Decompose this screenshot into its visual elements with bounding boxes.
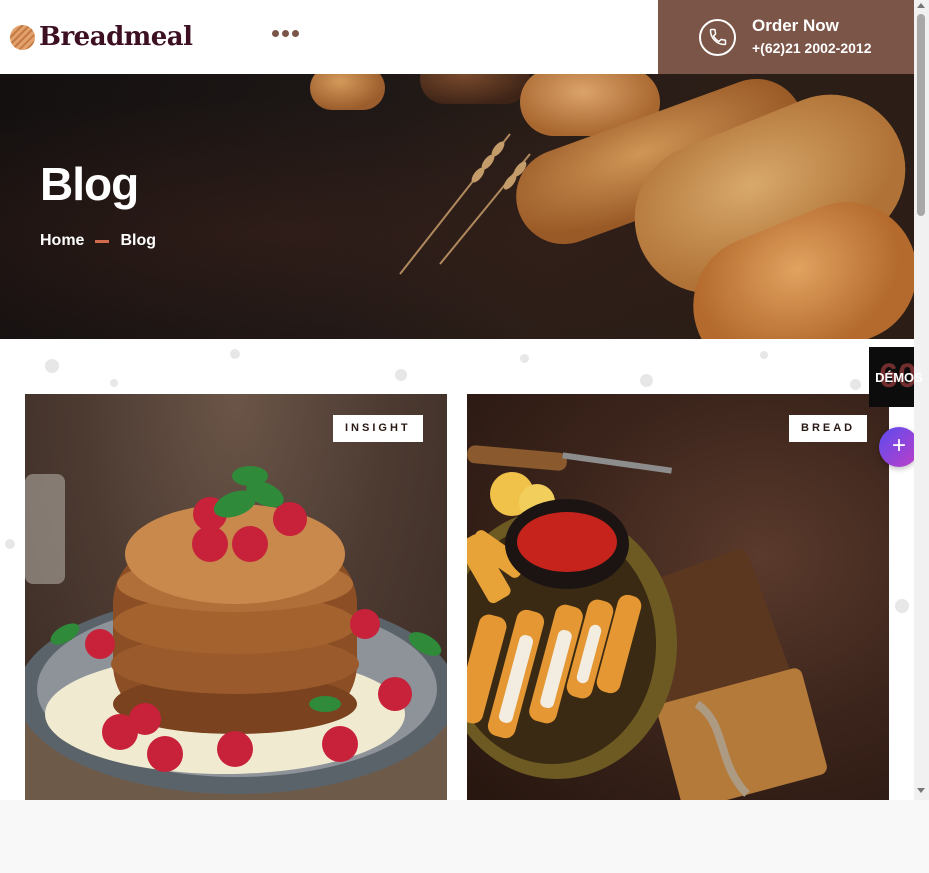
scroll-down-icon[interactable] xyxy=(917,788,925,793)
chicken-strips-image xyxy=(467,445,827,800)
brand-name: Breadmeal xyxy=(39,22,193,52)
post-category-badge[interactable]: BREAD xyxy=(789,415,868,442)
scroll-thumb[interactable] xyxy=(917,14,925,216)
phone-icon xyxy=(699,18,736,56)
site-header: Breadmeal Order Now +(62)21 2002-2012 xyxy=(0,0,914,74)
breadcrumb-current: Blog xyxy=(120,232,156,249)
blog-post-card[interactable]: INSIGHT xyxy=(25,394,447,800)
order-phone-number: +(62)21 2002-2012 xyxy=(752,40,872,56)
plus-icon[interactable]: + xyxy=(879,427,919,467)
demos-label: DÉMOS xyxy=(875,369,923,385)
scroll-up-icon[interactable] xyxy=(917,3,925,8)
page-hero-banner: Blog Home Blog xyxy=(0,74,914,339)
page-bottom-area xyxy=(0,800,929,873)
wheat-stalk-icon xyxy=(399,133,531,275)
order-now-title: Order Now xyxy=(752,16,839,35)
page-scrollbar[interactable] xyxy=(914,0,929,800)
bread-logo-icon xyxy=(10,24,35,50)
blog-post-card[interactable]: BREAD xyxy=(467,394,889,800)
more-dots-icon[interactable] xyxy=(272,30,299,37)
post-category-badge[interactable]: INSIGHT xyxy=(333,415,423,442)
bread-loaf-image xyxy=(310,74,385,110)
breadcrumb: Home Blog xyxy=(40,232,156,250)
blog-posts-section: INSIGHT BREAD xyxy=(0,339,914,800)
order-now-box[interactable]: Order Now +(62)21 2002-2012 xyxy=(658,0,914,74)
site-logo[interactable]: Breadmeal xyxy=(10,22,193,52)
breadcrumb-separator xyxy=(95,239,110,243)
page-title: Blog xyxy=(40,158,139,210)
pancakes-image xyxy=(25,466,447,800)
breadcrumb-home-link[interactable]: Home xyxy=(40,232,84,250)
